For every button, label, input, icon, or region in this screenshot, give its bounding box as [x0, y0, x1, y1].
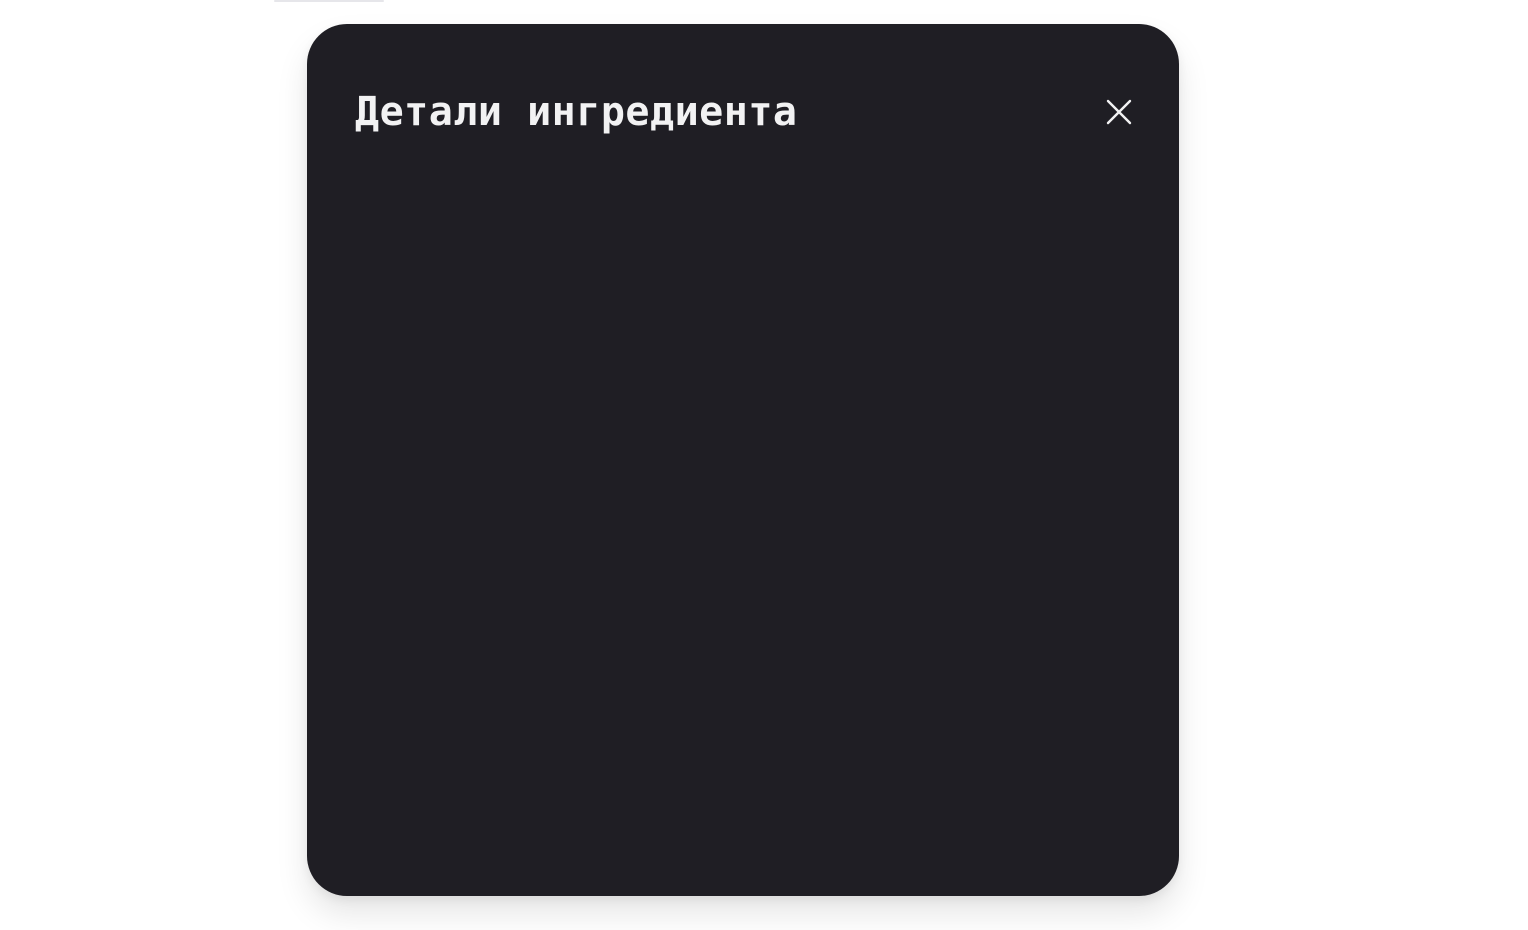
modal-title: Детали ингредиента: [355, 89, 798, 135]
ingredient-details-modal: Детали ингредиента: [307, 24, 1179, 896]
modal-header: Детали ингредиента: [355, 84, 1139, 140]
close-button[interactable]: [1099, 92, 1139, 132]
close-icon: [1106, 99, 1132, 125]
background-page-fragment: [274, 0, 384, 2]
page: Детали ингредиента: [0, 0, 1528, 930]
